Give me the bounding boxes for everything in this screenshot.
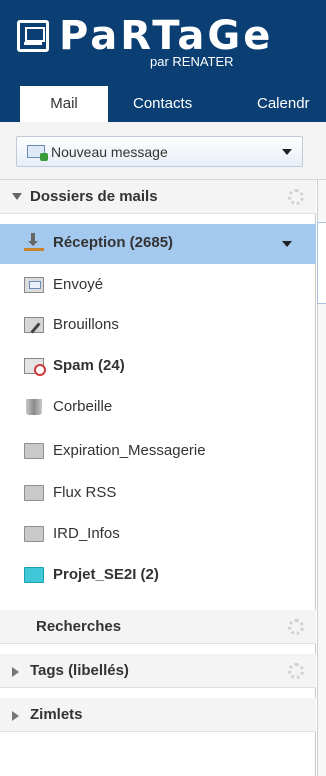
folder-label: Projet_SE2I (2)	[53, 566, 159, 583]
drafts-icon	[24, 317, 44, 333]
folder-icon	[24, 443, 44, 459]
logo-subtitle: par RENATER	[150, 54, 234, 69]
inbox-icon	[24, 233, 44, 251]
folder-drafts[interactable]: Brouillons	[0, 306, 316, 346]
logo-text: PaRTaGe	[59, 13, 274, 59]
new-message-icon	[27, 145, 48, 161]
tab-contacts[interactable]: Contacts	[133, 86, 192, 122]
collapse-triangle-icon[interactable]	[12, 193, 22, 200]
mail-folders-title: Dossiers de mails	[30, 188, 158, 205]
tab-mail[interactable]: Mail	[20, 86, 108, 122]
gear-icon[interactable]	[288, 189, 304, 205]
mail-folders-header[interactable]: Dossiers de mails	[0, 180, 316, 214]
app-header: PaRTaGe par RENATER Mail Contacts Calend…	[0, 0, 326, 122]
new-message-label: Nouveau message	[51, 144, 168, 160]
folder-label: Envoyé	[53, 276, 104, 293]
folder-projet-se2i[interactable]: Projet_SE2I (2)	[0, 556, 316, 596]
folder-label: Expiration_Messagerie	[53, 442, 206, 459]
folder-flux-rss[interactable]: Flux RSS	[0, 474, 316, 514]
folder-spam[interactable]: Spam (24)	[0, 347, 316, 387]
message-list-edge	[317, 222, 326, 304]
zimlets-title: Zimlets	[30, 706, 83, 723]
folder-label: Brouillons	[53, 316, 119, 333]
chevron-down-icon[interactable]	[282, 241, 292, 247]
expand-triangle-icon[interactable]	[12, 711, 19, 721]
gear-icon[interactable]	[288, 619, 304, 635]
folder-inbox[interactable]: Réception (2685)	[0, 224, 316, 264]
expand-triangle-icon[interactable]	[12, 667, 19, 677]
folder-cyan-icon	[24, 567, 44, 583]
spam-icon	[24, 358, 46, 376]
new-message-button[interactable]: Nouveau message	[16, 136, 303, 167]
zimlets-header[interactable]: Zimlets	[0, 698, 316, 732]
partage-logo[interactable]: PaRTaGe	[17, 13, 274, 59]
app-tabs: Mail Contacts Calendr	[0, 86, 326, 122]
folder-icon	[24, 526, 44, 542]
tags-header[interactable]: Tags (libellés)	[0, 654, 316, 688]
folder-sent[interactable]: Envoyé	[0, 266, 316, 306]
gear-icon[interactable]	[288, 663, 304, 679]
folder-icon	[24, 485, 44, 501]
folder-label: Corbeille	[53, 398, 113, 415]
folder-trash[interactable]: Corbeille	[0, 388, 316, 428]
tab-calendar[interactable]: Calendr	[257, 86, 310, 122]
computer-icon	[17, 20, 49, 52]
folder-label: IRD_Infos	[53, 525, 120, 542]
tags-title: Tags (libellés)	[30, 662, 129, 679]
trash-icon	[26, 399, 42, 415]
folder-label: Réception (2685)	[53, 234, 174, 251]
folder-ird-infos[interactable]: IRD_Infos	[0, 515, 316, 555]
chevron-down-icon[interactable]	[282, 149, 292, 155]
searches-header[interactable]: Recherches	[0, 610, 316, 644]
folder-label: Flux RSS	[53, 484, 117, 501]
searches-title: Recherches	[36, 618, 122, 635]
folder-expiration[interactable]: Expiration_Messagerie	[0, 432, 316, 472]
sent-icon	[24, 277, 44, 293]
folder-label: Spam (24)	[53, 357, 125, 374]
sidebar: Dossiers de mails Réception (2685) Envoy…	[0, 180, 316, 776]
